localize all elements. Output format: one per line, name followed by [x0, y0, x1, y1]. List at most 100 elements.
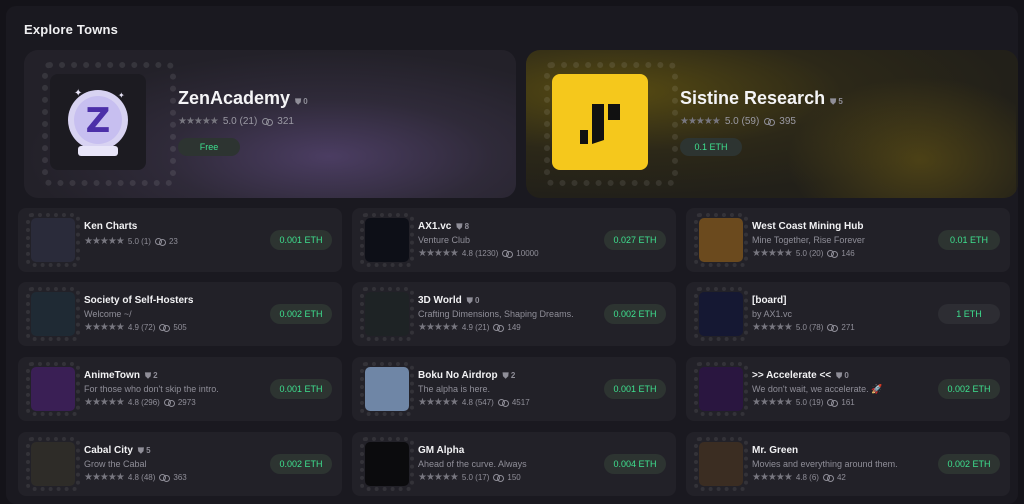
town-thumbnail [31, 367, 75, 411]
rating-stars-icon: ★★★★★ [84, 236, 125, 247]
svg-text:Z: Z [86, 101, 111, 141]
featured-town-card[interactable]: Z ✦ ✦ ZenAcademy ⛊ 0 ★★★★★ 5.0 (21) 321 … [24, 50, 516, 198]
town-description: For those who don't skip the intro. [84, 384, 219, 394]
town-card[interactable]: Mr. Green Movies and everything around th… [686, 432, 1010, 496]
town-meta: ★★★★★ 5.0 (20) 146 [752, 248, 855, 259]
members-icon [827, 323, 839, 332]
town-card[interactable]: 3D World ⛊ 0 Crafting Dimensions, Shaping … [352, 282, 676, 346]
town-card[interactable]: Ken Charts ★★★★★ 5.0 (1) 23 0.001 ETH [18, 208, 342, 272]
town-name[interactable]: Cabal City ⛊ 5 [84, 445, 151, 456]
price-button[interactable]: 0.027 ETH [604, 230, 666, 250]
price-button[interactable]: 0.004 ETH [604, 454, 666, 474]
town-description: Movies and everything around them. [752, 459, 898, 469]
town-card[interactable]: Society of Self-Hosters Welcome ~/ ★★★★★ 4.… [18, 282, 342, 346]
post-count-icon: ⛊ 2 [502, 370, 516, 380]
price-button[interactable]: 0.001 ETH [270, 230, 332, 250]
rating-stars-icon: ★★★★★ [752, 322, 793, 333]
rating-stars-icon: ★★★★★ [84, 397, 125, 408]
rating-stars-icon: ★★★★★ [680, 116, 721, 127]
members-icon [159, 473, 171, 482]
town-thumbnail [365, 218, 409, 262]
town-thumbnail [699, 218, 743, 262]
town-name[interactable]: 3D World ⛊ 0 [418, 295, 479, 306]
featured-town-name[interactable]: ZenAcademy ⛊ 0 [178, 88, 308, 109]
svg-text:✦: ✦ [74, 88, 82, 99]
town-meta: ★★★★★ 5.0 (17) 150 [418, 472, 521, 483]
rating-stars-icon: ★★★★★ [84, 322, 125, 333]
town-meta: ★★★★★ 4.8 (1230) 10000 [418, 248, 539, 259]
price-button[interactable]: 0.002 ETH [604, 304, 666, 324]
rating-stars-icon: ★★★★★ [418, 397, 459, 408]
svg-text:✦: ✦ [118, 91, 125, 100]
town-meta: ★★★★★ 5.0 (78) 271 [752, 322, 855, 333]
members-icon [497, 398, 509, 407]
town-description: Grow the Cabal [84, 459, 147, 469]
price-button[interactable]: 0.01 ETH [938, 230, 1000, 250]
town-name[interactable]: AX1.vc ⛊ 8 [418, 221, 469, 232]
rating-stars-icon: ★★★★★ [752, 472, 793, 483]
town-card[interactable]: Boku No Airdrop ⛊ 2 The alpha is here. ★★★★… [352, 357, 676, 421]
town-description: Crafting Dimensions, Shaping Dreams. [418, 309, 574, 319]
price-button[interactable]: Free [178, 138, 240, 156]
town-card[interactable]: Cabal City ⛊ 5 Grow the Cabal ★★★★★ 4.8 (48)… [18, 432, 342, 496]
price-button[interactable]: 0.002 ETH [938, 454, 1000, 474]
price-button[interactable]: 0.002 ETH [270, 454, 332, 474]
town-card[interactable]: [board] by AX1.vc ★★★★★ 5.0 (78) 271 1 ETH [686, 282, 1010, 346]
price-button[interactable]: 1 ETH [938, 304, 1000, 324]
town-card[interactable]: GM Alpha Ahead of the curve. Always ★★★★★ 5… [352, 432, 676, 496]
rating-stars-icon: ★★★★★ [418, 472, 459, 483]
town-name[interactable]: >> Accelerate << ⛊ 0 [752, 370, 849, 381]
price-button[interactable]: 0.001 ETH [270, 379, 332, 399]
members-icon [502, 249, 514, 258]
members-icon [493, 473, 505, 482]
members-icon [159, 323, 171, 332]
town-name[interactable]: Boku No Airdrop ⛊ 2 [418, 370, 515, 381]
town-description: Mine Together, Rise Forever [752, 235, 865, 245]
featured-town-card[interactable]: Sistine Research ⛊ 5 ★★★★★ 5.0 (59) 395 … [526, 50, 1018, 198]
town-card[interactable]: >> Accelerate << ⛊ 0 We don't wait, we acc… [686, 357, 1010, 421]
price-button[interactable]: 0.002 ETH [938, 379, 1000, 399]
rating-stars-icon: ★★★★★ [418, 248, 459, 259]
town-thumbnail [365, 442, 409, 486]
price-button[interactable]: 0.002 ETH [270, 304, 332, 324]
post-count-icon: ⛊ 0 [836, 370, 849, 380]
rating-stars-icon: ★★★★★ [178, 116, 219, 127]
rating-stars-icon: ★★★★★ [752, 397, 793, 408]
zenacademy-logo: Z ✦ ✦ [50, 74, 146, 170]
members-icon [827, 249, 839, 258]
town-thumbnail [31, 292, 75, 336]
town-description: Venture Club [418, 235, 471, 245]
town-meta: ★★★★★ 5.0 (19) 161 [752, 397, 855, 408]
members-icon [163, 398, 175, 407]
featured-town-meta: ★★★★★ 5.0 (59) 395 [680, 116, 796, 127]
post-count-icon: ⛊ 5 [137, 445, 151, 455]
town-meta: ★★★★★ 4.8 (6) 42 [752, 472, 846, 483]
post-count-icon: ⛊ 2 [144, 370, 158, 380]
town-description: We don't wait, we accelerate. 🚀 [752, 384, 883, 394]
featured-town-name[interactable]: Sistine Research ⛊ 5 [680, 88, 843, 109]
town-name[interactable]: [board] [752, 295, 786, 306]
price-button[interactable]: 0.001 ETH [604, 379, 666, 399]
members-icon [822, 473, 834, 482]
town-card[interactable]: West Coast Mining Hub Mine Together, Rise… [686, 208, 1010, 272]
town-name[interactable]: Ken Charts [84, 221, 137, 232]
town-name[interactable]: AnimeTown ⛊ 2 [84, 370, 158, 381]
price-button[interactable]: 0.1 ETH [680, 138, 742, 156]
town-name[interactable]: GM Alpha [418, 445, 464, 456]
town-thumbnail [365, 367, 409, 411]
town-thumbnail [365, 292, 409, 336]
post-count-icon: ⛊ 0 [466, 295, 480, 305]
town-card[interactable]: AnimeTown ⛊ 2 For those who don't skip the… [18, 357, 342, 421]
town-name[interactable]: West Coast Mining Hub [752, 221, 863, 232]
town-card[interactable]: AX1.vc ⛊ 8 Venture Club ★★★★★ 4.8 (1230) 1000… [352, 208, 676, 272]
post-count-icon: ⛊ 8 [456, 221, 470, 231]
town-description: by AX1.vc [752, 309, 793, 319]
town-thumbnail [31, 218, 75, 262]
rating-stars-icon: ★★★★★ [752, 248, 793, 259]
members-icon [493, 323, 505, 332]
sistine-research-logo [552, 74, 648, 170]
town-name[interactable]: Mr. Green [752, 445, 798, 456]
section-title: Explore Towns [24, 22, 119, 37]
town-name[interactable]: Society of Self-Hosters [84, 295, 193, 306]
members-icon [764, 117, 776, 126]
